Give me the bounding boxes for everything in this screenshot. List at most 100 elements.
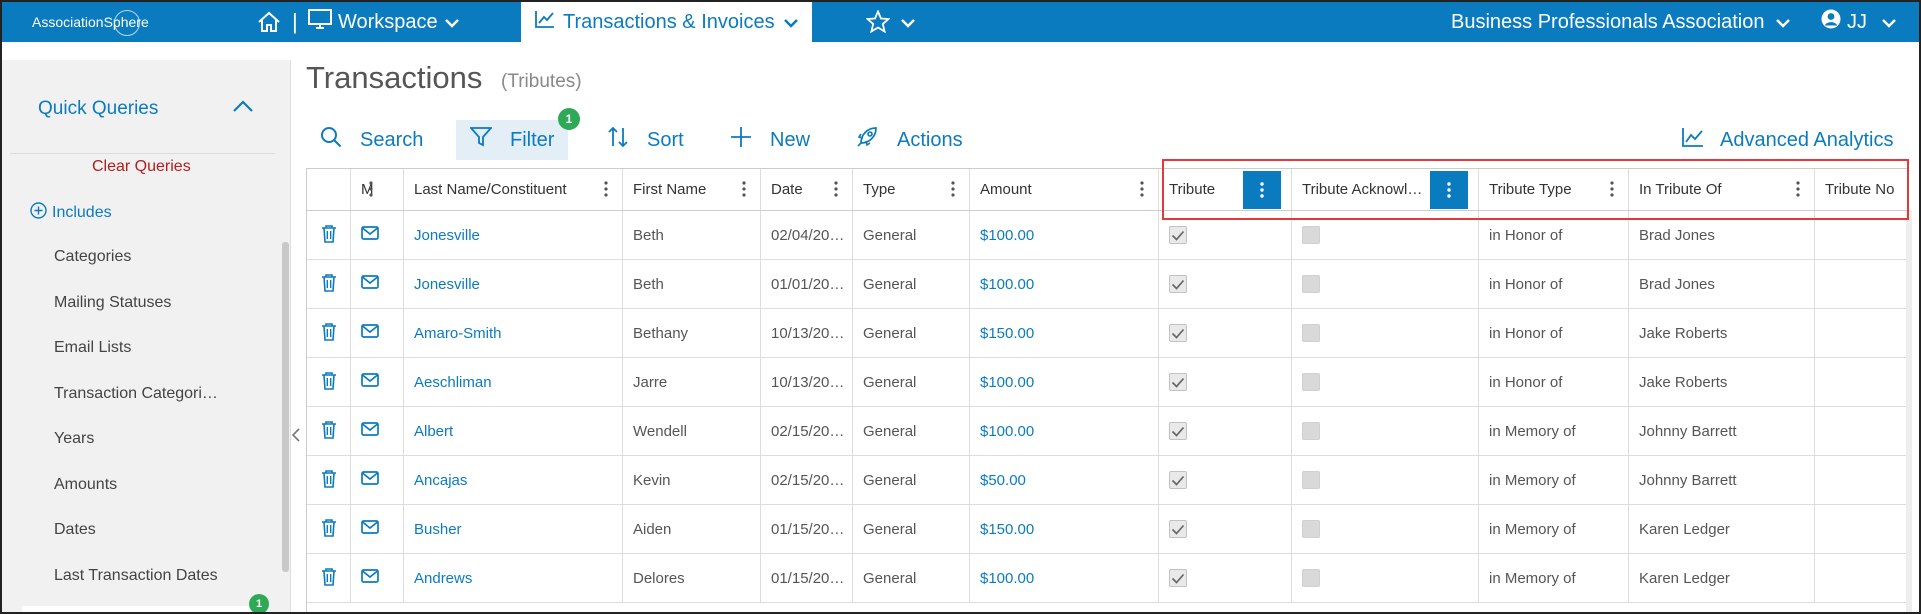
trash-icon[interactable]: [321, 518, 337, 541]
table-row[interactable]: Albert Wendell 02/15/20… General $100.00 in M…: [307, 407, 1910, 456]
delete-button[interactable]: [307, 211, 351, 259]
delete-button[interactable]: [307, 456, 351, 504]
association-sphere-logo[interactable]: AssociationSphere: [32, 8, 152, 36]
tribute-checkbox[interactable]: [1169, 324, 1187, 342]
mail-icon[interactable]: [361, 324, 379, 342]
trash-icon[interactable]: [321, 420, 337, 443]
cell-last-name[interactable]: Jonesville: [404, 211, 623, 259]
table-row[interactable]: Ancajas Kevin 02/15/20… General $50.00 in Mem…: [307, 456, 1910, 505]
tribute-checkbox[interactable]: [1169, 520, 1187, 538]
new-button[interactable]: New: [730, 120, 810, 160]
cell-tribute-acknowledged[interactable]: [1292, 505, 1479, 553]
sidebar-item-amounts[interactable]: Amounts: [54, 476, 117, 494]
cell-last-name[interactable]: Andrews: [404, 554, 623, 602]
cell-tribute-acknowledged[interactable]: [1292, 407, 1479, 455]
organization-menu[interactable]: Business Professionals Association: [1451, 8, 1791, 36]
cell-amount[interactable]: $150.00: [970, 309, 1159, 357]
table-row[interactable]: Jonesville Beth 02/04/20… General $100.00 in …: [307, 211, 1910, 260]
kebab-icon[interactable]: [742, 180, 746, 202]
cell-amount[interactable]: $150.00: [970, 505, 1159, 553]
header-date[interactable]: Date: [761, 169, 853, 210]
kebab-icon[interactable]: [1140, 180, 1144, 202]
tribute-checkbox[interactable]: [1169, 471, 1187, 489]
email-button[interactable]: [351, 505, 404, 553]
cell-last-name[interactable]: Aeschliman: [404, 358, 623, 406]
sidebar-scrollbar[interactable]: [282, 242, 289, 572]
trash-icon[interactable]: [321, 322, 337, 345]
cell-last-name[interactable]: Busher: [404, 505, 623, 553]
workspace-menu[interactable]: Workspace: [308, 8, 460, 36]
header-tribute-acknowledged[interactable]: Tribute Acknowl…: [1292, 169, 1479, 210]
cell-tribute-acknowledged[interactable]: [1292, 309, 1479, 357]
delete-button[interactable]: [307, 358, 351, 406]
chevron-up-icon[interactable]: [232, 100, 254, 118]
header-tribute[interactable]: Tribute: [1159, 169, 1292, 210]
tribute-acknowledged-checkbox[interactable]: [1302, 422, 1320, 440]
trash-icon[interactable]: [321, 273, 337, 296]
includes-toggle[interactable]: Includes: [30, 202, 112, 224]
tribute-acknowledged-checkbox[interactable]: [1302, 569, 1320, 587]
delete-button[interactable]: [307, 505, 351, 553]
kebab-icon[interactable]: [1796, 180, 1800, 202]
cell-amount[interactable]: $100.00: [970, 554, 1159, 602]
sidebar-item-mailing-statuses[interactable]: Mailing Statuses: [54, 294, 171, 312]
cell-tribute[interactable]: [1159, 358, 1292, 406]
cell-last-name[interactable]: Albert: [404, 407, 623, 455]
header-tribute-type[interactable]: Tribute Type: [1479, 169, 1629, 210]
sidebar-item-transaction-categories[interactable]: Transaction Categori…: [54, 385, 218, 403]
header-type[interactable]: Type: [853, 169, 970, 210]
mail-icon[interactable]: [361, 422, 379, 440]
filter-button[interactable]: Filter: [456, 120, 569, 160]
delete-button[interactable]: [307, 309, 351, 357]
mail-icon[interactable]: [361, 569, 379, 587]
tribute-checkbox[interactable]: [1169, 422, 1187, 440]
cell-tribute[interactable]: [1159, 505, 1292, 553]
cell-last-name[interactable]: Ancajas: [404, 456, 623, 504]
cell-amount[interactable]: $100.00: [970, 260, 1159, 308]
cell-tribute[interactable]: [1159, 456, 1292, 504]
tab-transactions-invoices[interactable]: Transactions & Invoices: [521, 2, 812, 42]
delete-button[interactable]: [307, 260, 351, 308]
kebab-icon[interactable]: [951, 180, 955, 202]
trash-icon[interactable]: [321, 371, 337, 394]
tribute-acknowledged-checkbox[interactable]: [1302, 324, 1320, 342]
header-tribute-notes[interactable]: Tribute No: [1815, 169, 1910, 210]
cell-amount[interactable]: $100.00: [970, 407, 1159, 455]
cell-last-name[interactable]: Jonesville: [404, 260, 623, 308]
email-button[interactable]: [351, 309, 404, 357]
clear-queries-link[interactable]: Clear Queries: [92, 158, 191, 176]
delete-button[interactable]: [307, 407, 351, 455]
kebab-icon[interactable]: [834, 180, 838, 202]
kebab-icon[interactable]: [1243, 171, 1281, 209]
cell-amount[interactable]: $100.00: [970, 211, 1159, 259]
mail-icon[interactable]: [361, 373, 379, 391]
tribute-checkbox[interactable]: [1169, 275, 1187, 293]
header-in-tribute-of[interactable]: In Tribute Of: [1629, 169, 1815, 210]
tribute-checkbox[interactable]: [1169, 226, 1187, 244]
tribute-acknowledged-checkbox[interactable]: [1302, 373, 1320, 391]
mail-icon[interactable]: [361, 520, 379, 538]
advanced-analytics-button[interactable]: Advanced Analytics: [1682, 120, 1893, 160]
grid-scrollbar[interactable]: [1906, 211, 1912, 612]
tribute-acknowledged-checkbox[interactable]: [1302, 275, 1320, 293]
email-button[interactable]: [351, 211, 404, 259]
mail-icon[interactable]: [361, 226, 379, 244]
tribute-checkbox[interactable]: [1169, 373, 1187, 391]
tribute-acknowledged-checkbox[interactable]: [1302, 471, 1320, 489]
kebab-icon[interactable]: [369, 180, 373, 202]
tribute-checkbox[interactable]: [1169, 569, 1187, 587]
home-icon[interactable]: [257, 11, 281, 38]
sidebar-item-last-transaction-dates[interactable]: Last Transaction Dates: [54, 567, 218, 585]
delete-button[interactable]: [307, 554, 351, 602]
cell-tribute[interactable]: [1159, 407, 1292, 455]
quick-queries-header[interactable]: Quick Queries: [10, 74, 275, 154]
mail-icon[interactable]: [361, 275, 379, 293]
table-row[interactable]: Amaro-Smith Bethany 10/13/20… General $150.0…: [307, 309, 1910, 358]
kebab-icon[interactable]: [1430, 171, 1468, 209]
tribute-acknowledged-checkbox[interactable]: [1302, 226, 1320, 244]
header-first-name[interactable]: First Name: [623, 169, 761, 210]
header-m[interactable]: M: [351, 169, 404, 210]
mail-icon[interactable]: [361, 471, 379, 489]
header-last-name[interactable]: Last Name/Constituent: [404, 169, 623, 210]
trash-icon[interactable]: [321, 224, 337, 247]
